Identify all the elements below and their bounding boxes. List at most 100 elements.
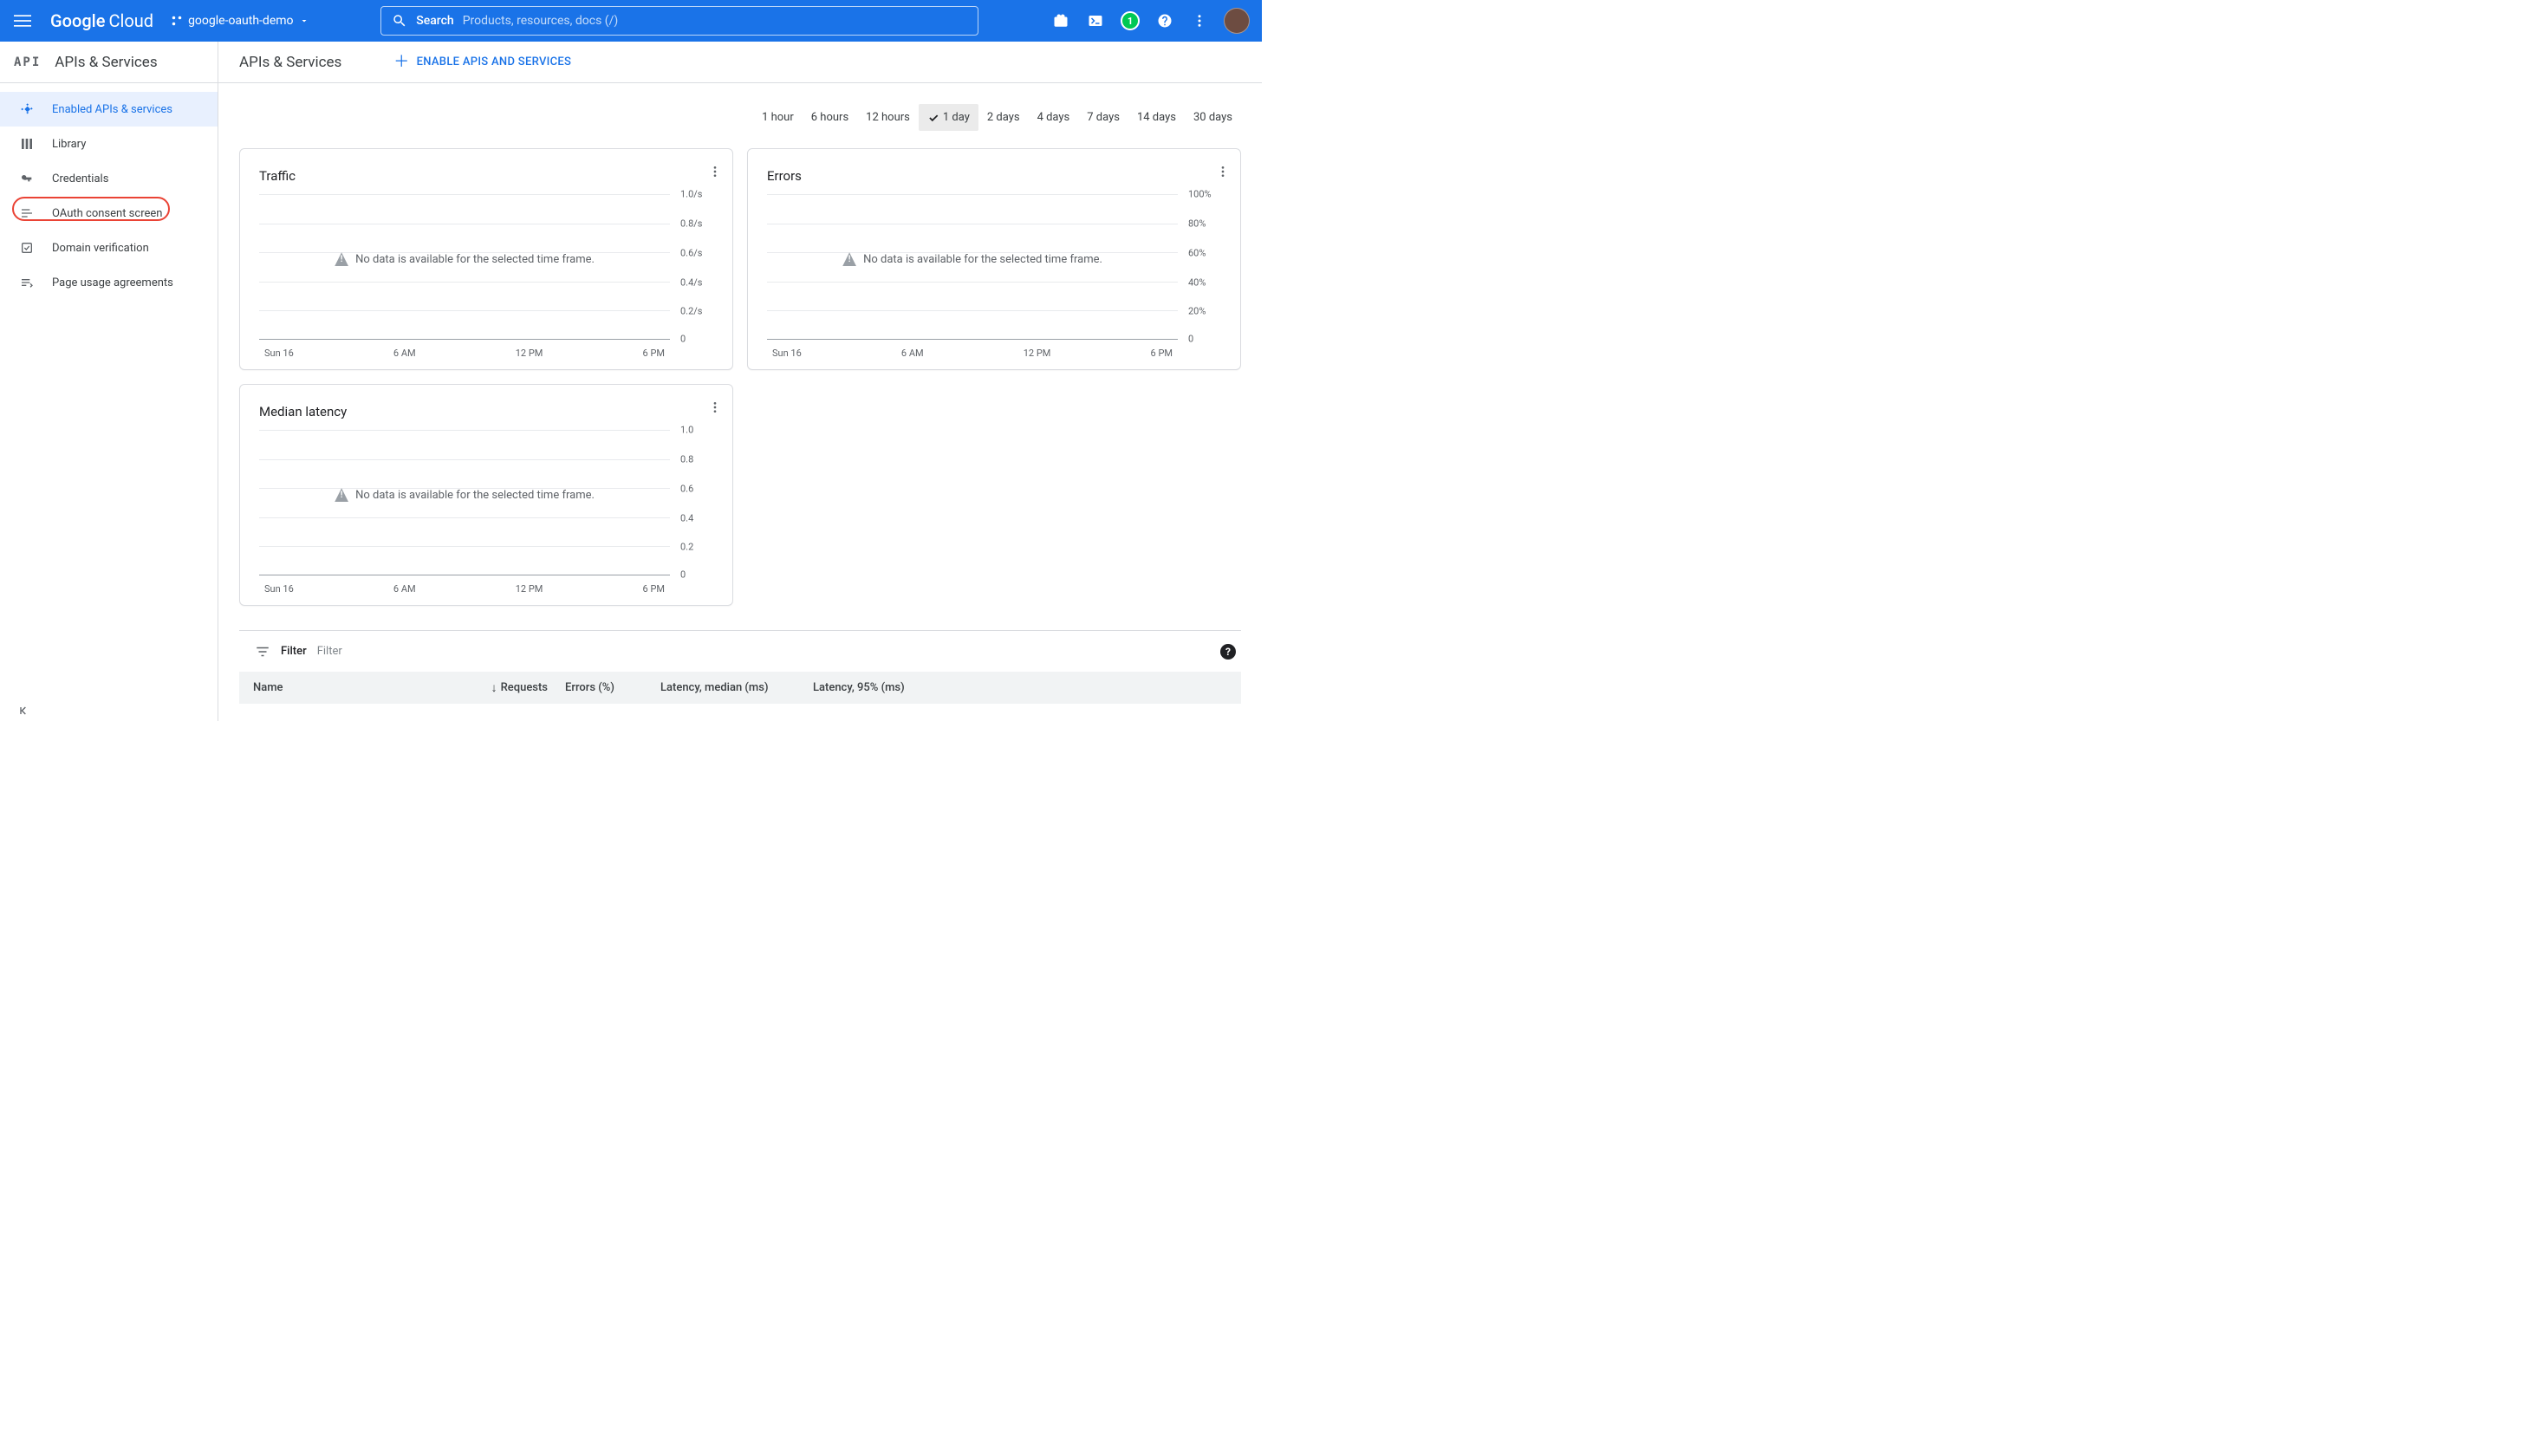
traffic-chart-body: 1.0/s 0.8/s 0.6/s 0.4/s 0.2/s 0 No data … [259, 194, 713, 357]
col-errors[interactable]: Errors (%) [548, 680, 660, 695]
sort-desc-icon: ↓ [491, 680, 497, 695]
filter-placeholder: Filter [317, 645, 342, 658]
more-vert-icon[interactable] [1189, 10, 1210, 31]
sidebar-item-label: Credentials [52, 172, 108, 185]
project-icon [171, 15, 183, 27]
account-avatar[interactable] [1224, 8, 1250, 34]
project-selector[interactable]: google-oauth-demo [171, 14, 309, 28]
chevron-down-icon [299, 16, 309, 26]
y-tick: 80% [1183, 218, 1221, 229]
time-range-1hour[interactable]: 1 hour [753, 104, 803, 131]
sidebar-item-domain-verification[interactable]: Domain verification [0, 231, 218, 265]
x-tick: Sun 16 [264, 583, 294, 595]
search-label: Search [416, 14, 453, 28]
consent-screen-icon [19, 205, 35, 221]
x-tick: 12 PM [516, 583, 543, 595]
sidebar-item-enabled-apis[interactable]: Enabled APIs & services [0, 92, 218, 127]
y-tick: 0 [675, 334, 713, 345]
x-tick: 12 PM [1024, 348, 1051, 359]
cloud-shell-icon[interactable] [1085, 10, 1106, 31]
y-tick: 0.8 [675, 453, 713, 465]
x-tick: 6 AM [901, 348, 924, 359]
enable-apis-button[interactable]: ＋ ENABLE APIS AND SERVICES [393, 55, 571, 70]
warning-icon [842, 252, 856, 266]
x-tick: 6 PM [1151, 348, 1173, 359]
time-range-14days[interactable]: 14 days [1128, 104, 1185, 131]
chart-title: Errors [767, 168, 1221, 184]
no-data-message: No data is available for the selected ti… [767, 252, 1178, 266]
time-range-2days[interactable]: 2 days [978, 104, 1029, 131]
section-title: APIs & Services [55, 54, 157, 71]
page-title: APIs & Services [239, 54, 341, 71]
plus-icon: ＋ [393, 55, 409, 70]
notification-badge: 1 [1121, 11, 1140, 30]
topbar: Google Cloud google-oauth-demo Search Pr… [0, 0, 1262, 42]
enable-apis-label: ENABLE APIS AND SERVICES [417, 55, 572, 68]
collapse-sidebar-icon[interactable] [17, 704, 31, 718]
notifications-icon[interactable]: 1 [1120, 10, 1141, 31]
no-data-message: No data is available for the selected ti… [259, 488, 670, 502]
search-placeholder: Products, resources, docs (/) [463, 14, 619, 28]
chart-menu-icon[interactable] [1216, 165, 1230, 179]
chart-title: Traffic [259, 168, 713, 184]
time-range-label: 2 days [987, 111, 1020, 124]
time-range-7days[interactable]: 7 days [1078, 104, 1128, 131]
help-badge-icon[interactable]: ? [1220, 644, 1236, 660]
hamburger-menu-icon[interactable] [12, 10, 33, 31]
sidebar-item-credentials[interactable]: Credentials [0, 161, 218, 196]
sidebar-item-library[interactable]: Library [0, 127, 218, 161]
time-range-1day[interactable]: 1 day [919, 104, 978, 131]
enabled-apis-icon [19, 101, 35, 117]
errors-chart-card: Errors 100% 80% 60% 40% 20% 0 No data is… [747, 148, 1241, 370]
gift-icon[interactable] [1050, 10, 1071, 31]
subheader: API APIs & Services APIs & Services ＋ EN… [0, 42, 1262, 83]
x-tick: Sun 16 [264, 348, 294, 359]
latency-chart-card: Median latency 1.0 0.8 0.6 0.4 0.2 0 No … [239, 384, 733, 606]
col-latency-95[interactable]: Latency, 95% (ms) [813, 680, 1227, 695]
latency-chart-body: 1.0 0.8 0.6 0.4 0.2 0 No data is availab… [259, 430, 713, 593]
y-tick: 0.2 [675, 542, 713, 553]
col-latency-median[interactable]: Latency, median (ms) [660, 680, 813, 695]
sidebar-item-label: Page usage agreements [52, 276, 173, 289]
check-icon [927, 112, 939, 124]
col-name[interactable]: Name [253, 680, 447, 695]
agreements-icon [19, 275, 35, 290]
y-tick: 0 [1183, 334, 1221, 345]
help-icon[interactable] [1154, 10, 1175, 31]
x-tick: 6 AM [393, 583, 416, 595]
time-range-label: 1 day [943, 111, 970, 124]
time-range-label: 14 days [1137, 111, 1176, 124]
global-search[interactable]: Search Products, resources, docs (/) [380, 6, 978, 36]
time-range-4days[interactable]: 4 days [1029, 104, 1079, 131]
y-tick: 0.8/s [675, 218, 713, 229]
time-range-12hours[interactable]: 12 hours [857, 104, 919, 131]
sidebar-item-page-usage[interactable]: Page usage agreements [0, 265, 218, 300]
chart-menu-icon[interactable] [708, 165, 722, 179]
time-range-6hours[interactable]: 6 hours [803, 104, 857, 131]
sidebar-item-label: OAuth consent screen [52, 207, 162, 220]
warning-icon [335, 252, 348, 266]
time-range-label: 6 hours [811, 111, 848, 124]
col-requests[interactable]: ↓Requests [447, 680, 548, 695]
y-tick: 0.6 [675, 483, 713, 494]
x-tick: 6 PM [643, 348, 665, 359]
chart-menu-icon[interactable] [708, 400, 722, 414]
filter-label: Filter [281, 645, 307, 658]
time-range-selector: 1 hour 6 hours 12 hours 1 day 2 days 4 d… [239, 104, 1241, 131]
time-range-30days[interactable]: 30 days [1185, 104, 1241, 131]
filter-bar[interactable]: Filter Filter ? [239, 630, 1241, 672]
y-tick: 1.0 [675, 425, 713, 436]
y-tick: 0.4/s [675, 276, 713, 288]
y-tick: 0.4 [675, 512, 713, 523]
sidebar-item-label: Enabled APIs & services [52, 103, 172, 116]
sidebar-item-oauth-consent[interactable]: OAuth consent screen [0, 196, 218, 231]
google-cloud-logo[interactable]: Google Cloud [50, 10, 153, 31]
traffic-chart-card: Traffic 1.0/s 0.8/s 0.6/s 0.4/s 0.2/s 0 … [239, 148, 733, 370]
y-tick: 40% [1183, 276, 1221, 288]
x-tick: 6 AM [393, 348, 416, 359]
library-icon [19, 136, 35, 152]
filter-icon [255, 644, 270, 660]
verified-icon [19, 240, 35, 256]
chart-title: Median latency [259, 404, 713, 419]
main-content: 1 hour 6 hours 12 hours 1 day 2 days 4 d… [218, 83, 1262, 721]
